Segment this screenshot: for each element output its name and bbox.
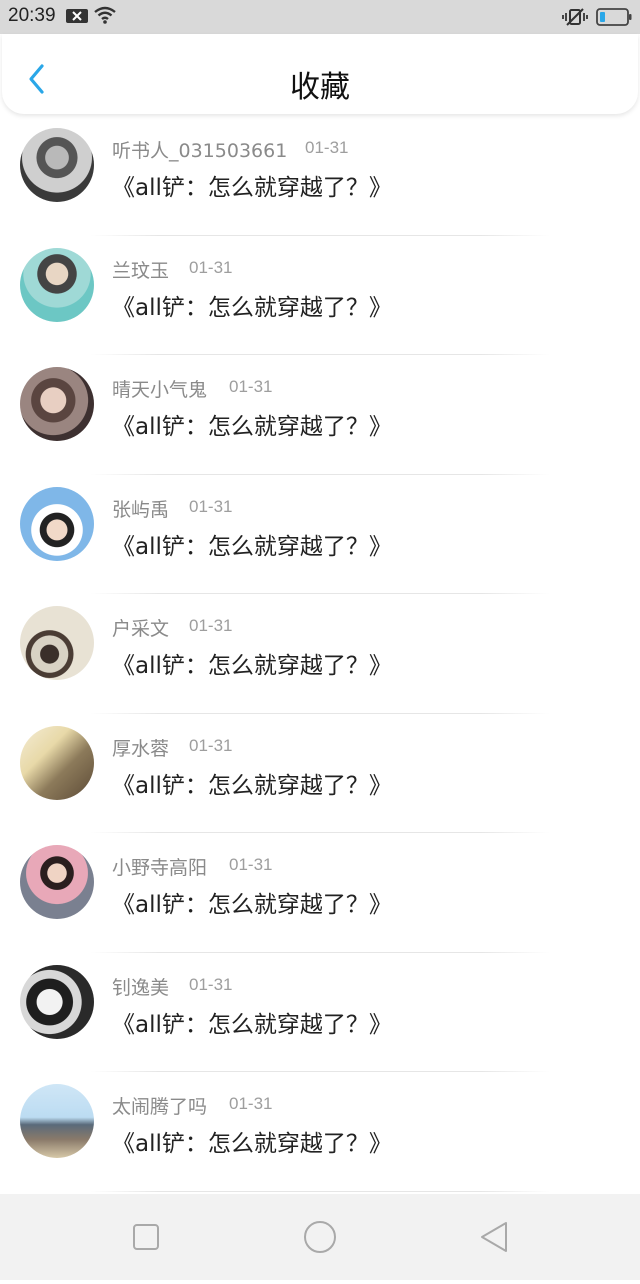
status-bar: 20:39	[0, 0, 640, 34]
book-title[interactable]: 《all铲：怎么就穿越了？》	[112, 407, 392, 441]
back-nav-button[interactable]	[454, 1194, 534, 1280]
avatar	[20, 606, 94, 680]
book-title[interactable]: 《all铲：怎么就穿越了？》	[112, 527, 392, 561]
book-title[interactable]: 《all铲：怎么就穿越了？》	[112, 646, 392, 680]
home-button[interactable]	[280, 1194, 360, 1280]
user-name: 太闹腾了吗	[112, 1096, 208, 1118]
list-item[interactable]: 户采文 01-31 《all铲：怎么就穿越了？》	[0, 594, 640, 714]
header-bar: 收藏	[2, 34, 638, 114]
avatar	[20, 128, 94, 202]
item-date: 01-31	[189, 257, 233, 277]
list-item[interactable]: 兰玟玉 01-31 《all铲：怎么就穿越了？》	[0, 236, 640, 355]
notification-x-icon	[66, 7, 88, 29]
favorites-list: 听书人_031503661 01-31 《all铲：怎么就穿越了？》 兰玟玉 0…	[0, 116, 640, 1192]
vibrate-mute-icon	[562, 7, 588, 31]
user-name: 户采文	[112, 618, 170, 640]
item-date: 01-31	[229, 1094, 273, 1113]
user-name: 兰玟玉	[112, 259, 170, 282]
list-item[interactable]: 钊逸美 01-31 《all铲：怎么就穿越了？》	[0, 953, 640, 1072]
user-name: 厚水蓉	[112, 737, 170, 760]
book-title[interactable]: 《all铲：怎么就穿越了？》	[112, 168, 392, 202]
system-nav-bar	[0, 1194, 640, 1280]
item-date: 01-31	[229, 855, 273, 874]
list-item[interactable]: 晴天小气鬼 01-31 《all铲：怎么就穿越了？》	[0, 355, 640, 475]
wifi-icon	[93, 5, 117, 29]
avatar	[20, 486, 94, 561]
item-date: 01-31	[229, 377, 273, 396]
list-item[interactable]: 张屿禹 01-31 《all铲：怎么就穿越了？》	[0, 475, 640, 594]
book-title[interactable]: 《all铲：怎么就穿越了？》	[112, 288, 392, 322]
avatar	[20, 247, 94, 322]
circle-home-icon	[304, 1221, 336, 1253]
square-recent-icon	[133, 1224, 159, 1250]
item-date: 01-31	[305, 138, 349, 157]
avatar	[20, 725, 94, 800]
battery-icon	[596, 7, 632, 31]
user-name: 钊逸美	[112, 976, 170, 999]
page-title: 收藏	[290, 70, 350, 105]
list-item[interactable]: 厚水蓉 01-31 《all铲：怎么就穿越了？》	[0, 714, 640, 833]
avatar	[20, 845, 94, 919]
item-date: 01-31	[189, 735, 233, 755]
book-title[interactable]: 《all铲：怎么就穿越了？》	[112, 1005, 392, 1039]
avatar	[20, 1084, 94, 1158]
list-item[interactable]: 小野寺高阳 01-31 《all铲：怎么就穿越了？》	[0, 833, 640, 953]
divider	[90, 1190, 550, 1192]
list-item[interactable]: 听书人_031503661 01-31 《all铲：怎么就穿越了？》	[0, 116, 640, 236]
book-title[interactable]: 《all铲：怎么就穿越了？》	[112, 885, 392, 919]
list-item[interactable]: 太闹腾了吗 01-31 《all铲：怎么就穿越了？》	[0, 1072, 640, 1192]
status-time: 20:39	[8, 5, 56, 26]
book-title[interactable]: 《all铲：怎么就穿越了？》	[112, 766, 392, 800]
user-name: 晴天小气鬼	[112, 379, 208, 401]
recent-apps-button[interactable]	[106, 1194, 186, 1280]
avatar	[20, 367, 94, 441]
item-date: 01-31	[189, 616, 233, 635]
triangle-back-icon	[481, 1222, 507, 1252]
user-name: 张屿禹	[112, 498, 170, 521]
item-date: 01-31	[189, 496, 233, 516]
avatar	[20, 964, 94, 1039]
user-name: 听书人_031503661	[112, 140, 288, 162]
user-name: 小野寺高阳	[112, 857, 208, 879]
item-date: 01-31	[189, 974, 233, 994]
book-title[interactable]: 《all铲：怎么就穿越了？》	[112, 1124, 392, 1158]
